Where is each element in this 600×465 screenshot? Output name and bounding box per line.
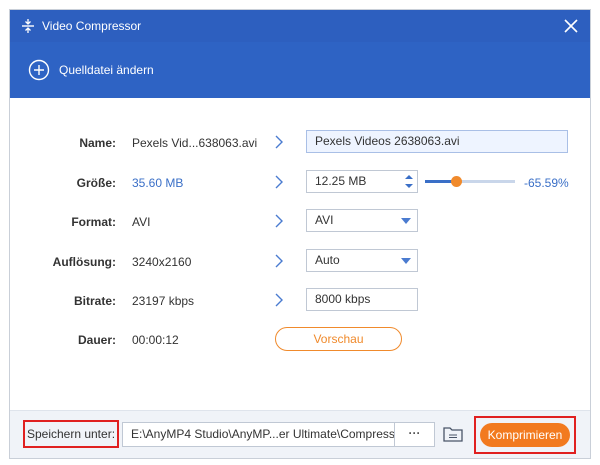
name-output-field[interactable]: Pexels Videos 2638063.avi [306,130,568,153]
header-bar: Quelldatei ändern [10,42,590,98]
resolution-original-value: 3240x2160 [132,255,192,269]
window-title: Video Compressor [42,19,142,33]
format-selected-value: AVI [315,213,334,227]
size-original-value: 35.60 MB [132,176,184,190]
resolution-select[interactable]: Auto [306,249,418,272]
change-source-button[interactable]: Quelldatei ändern [28,59,154,81]
save-to-label: Speichern unter: [23,420,119,448]
save-path-value: E:\AnyMP4 Studio\AnyMP...er Ultimate\Com… [131,427,394,441]
format-original-value: AVI [132,215,151,229]
size-output-field[interactable]: 12.25 MB [306,170,418,193]
spinner-arrows-icon[interactable] [404,173,414,190]
compress-highlight-frame: Komprimieren [474,416,576,454]
size-slider[interactable] [425,176,515,187]
size-output-value: 12.25 MB [315,174,367,188]
chevron-right-icon [275,135,283,149]
resolution-label: Auflösung: [52,255,116,269]
resolution-selected-value: Auto [315,253,340,267]
folder-icon[interactable] [442,425,464,443]
size-slider-handle[interactable] [450,176,462,187]
compress-button[interactable]: Komprimieren [480,423,570,447]
size-label: Größe: [76,176,116,190]
bitrate-output-field[interactable]: 8000 kbps [306,288,418,311]
chevron-right-icon [275,293,283,307]
save-path-field[interactable]: E:\AnyMP4 Studio\AnyMP...er Ultimate\Com… [122,422,435,447]
duration-label: Dauer: [77,333,116,347]
plus-circle-icon [28,59,50,81]
chevron-right-icon [275,254,283,268]
bitrate-label: Bitrate: [73,294,116,308]
duration-value: 00:00:12 [132,333,179,347]
bitrate-original-value: 23197 kbps [132,294,195,308]
compress-icon [22,19,34,33]
name-original-value: Pexels Vid...638063.avi [132,136,258,150]
chevron-down-icon [401,258,411,264]
close-icon[interactable] [562,17,580,35]
footer-bar: Speichern unter: E:\AnyMP4 Studio\AnyMP.… [10,410,590,458]
change-source-label: Quelldatei ändern [59,63,154,77]
format-label: Format: [71,215,116,229]
chevron-down-icon [401,218,411,224]
preview-button[interactable]: Vorschau [275,327,402,351]
chevron-right-icon [275,214,283,228]
chevron-right-icon [275,175,283,189]
compressor-window: Video Compressor Quelldatei ändern Name:… [9,9,591,459]
format-select[interactable]: AVI [306,209,418,232]
size-reduction-percent: -65.59% [524,176,569,190]
title-bar: Video Compressor [10,10,590,42]
name-label: Name: [79,136,116,150]
browse-button[interactable]: ··· [394,423,434,446]
